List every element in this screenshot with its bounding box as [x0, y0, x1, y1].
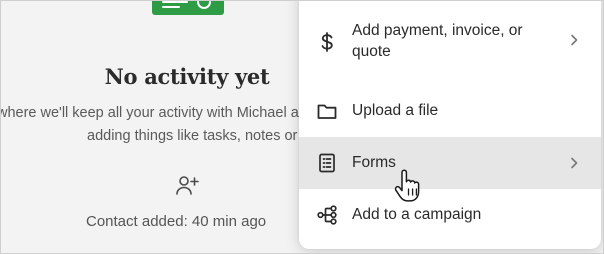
form-icon: [319, 153, 335, 173]
chevron-right-icon: [571, 34, 578, 46]
empty-state-title: No activity yet: [104, 64, 270, 89]
menu-item-label: Add to a campaign: [352, 206, 482, 223]
menu-item-forms[interactable]: Forms: [299, 137, 601, 189]
empty-state-illustration: [152, 1, 224, 15]
menu-item-upload-file[interactable]: Upload a file: [299, 89, 601, 133]
menu-item-add-to-campaign[interactable]: Add to a campaign: [299, 193, 601, 237]
menu-item-label: Add payment, invoice, or quote: [352, 22, 523, 60]
dollar-icon: [321, 32, 333, 52]
campaign-flow-icon: [317, 205, 337, 225]
add-person-icon: [176, 176, 199, 195]
folder-icon: [317, 104, 337, 119]
hand-pointer-cursor-icon: [394, 169, 420, 202]
menu-item-add-payment[interactable]: Add payment, invoice, or quote: [299, 13, 601, 83]
add-menu-dropdown: Add payment, invoice, or quote Upload a …: [299, 1, 601, 249]
menu-item-label: Forms: [352, 154, 396, 171]
menu-item-label: Upload a file: [352, 102, 439, 119]
empty-state-description-line1: where we'll keep all your activity with …: [0, 105, 299, 121]
app-frame: No activity yet where we'll keep all you…: [0, 0, 604, 254]
chevron-right-icon: [571, 157, 578, 169]
contact-added-status: Contact added: 40 min ago: [86, 213, 267, 230]
